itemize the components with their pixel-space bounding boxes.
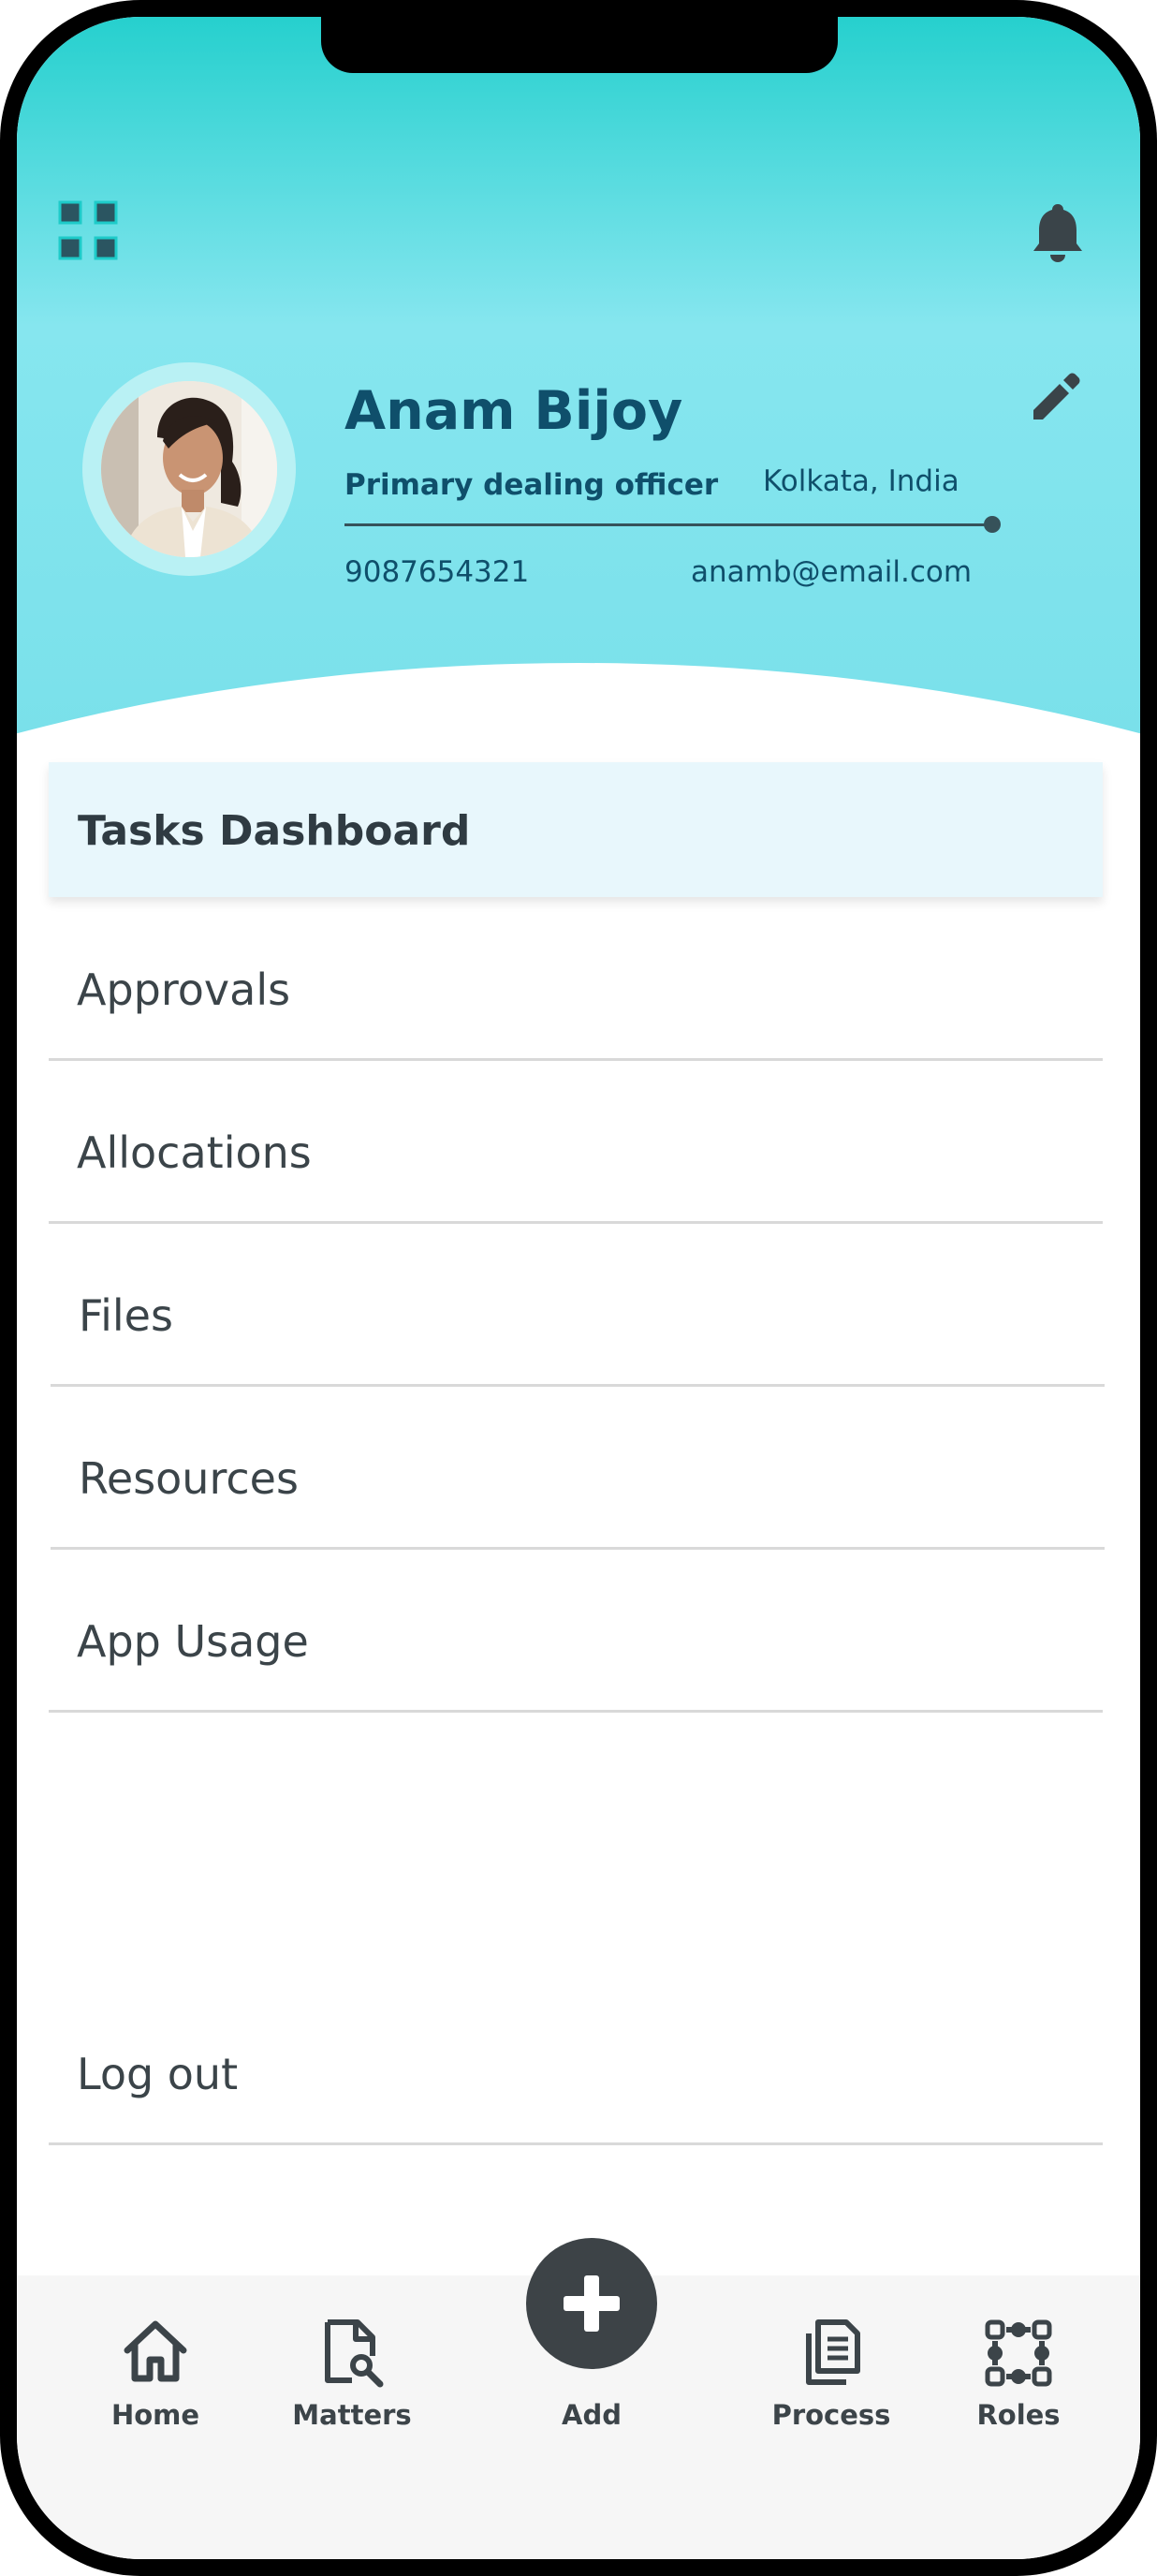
nav-add[interactable]: Add (507, 2238, 676, 2463)
nav-home-label: Home (110, 2399, 200, 2431)
nav-matters[interactable]: Matters (268, 2275, 436, 2463)
profile-phone: 9087654321 (344, 555, 530, 589)
avatar (82, 362, 296, 576)
profile-divider-dot (984, 516, 1001, 533)
menu-item-app-usage[interactable]: App Usage (49, 1549, 1103, 1713)
profile-role: Primary dealing officer (344, 468, 719, 502)
menu-item-label: Files (79, 1290, 173, 1341)
document-search-icon (325, 2319, 384, 2388)
screen: Anam Bijoy Primary dealing officer Kolka… (17, 17, 1140, 2559)
menu-item-allocations[interactable]: Allocations (49, 1060, 1103, 1224)
nav-add-label: Add (562, 2399, 622, 2431)
nav-roles-label: Roles (976, 2399, 1061, 2431)
home-icon (124, 2320, 187, 2382)
menu-item-files[interactable]: Files (51, 1223, 1105, 1387)
add-button[interactable] (526, 2238, 657, 2369)
menu-item-approvals[interactable]: Approvals (49, 897, 1103, 1061)
plus-icon (564, 2275, 620, 2332)
phone-notch (321, 17, 838, 73)
bottom-navigation: Home Matters Add Process Roles (17, 2238, 1140, 2559)
nav-process-label: Process (771, 2399, 891, 2431)
network-icon (985, 2319, 1052, 2387)
logout-button[interactable]: Log out (49, 1981, 1103, 2145)
menu-item-label: App Usage (77, 1616, 309, 1667)
menu-item-tasks-dashboard[interactable]: Tasks Dashboard (49, 762, 1103, 897)
logout-label: Log out (77, 2049, 239, 2099)
profile-photo (101, 381, 277, 557)
profile-location: Kolkata, India (763, 464, 959, 498)
bell-icon[interactable] (1032, 202, 1084, 262)
menu-item-label: Tasks Dashboard (78, 807, 471, 855)
menu-item-label: Approvals (77, 964, 291, 1015)
menu-item-label: Resources (79, 1453, 299, 1504)
profile-email: anamb@email.com (691, 555, 973, 589)
documents-icon (806, 2319, 860, 2385)
nav-matters-label: Matters (292, 2399, 412, 2431)
menu-item-resources[interactable]: Resources (51, 1386, 1105, 1550)
nav-home[interactable]: Home (71, 2275, 240, 2463)
profile-divider (344, 523, 998, 526)
profile-name: Anam Bijoy (344, 380, 683, 442)
grid-icon[interactable] (58, 200, 118, 260)
nav-roles[interactable]: Roles (934, 2275, 1103, 2463)
phone-frame: Anam Bijoy Primary dealing officer Kolka… (0, 0, 1157, 2576)
menu-item-label: Allocations (77, 1127, 312, 1178)
nav-process[interactable]: Process (747, 2275, 915, 2463)
pencil-icon[interactable] (1030, 371, 1082, 423)
